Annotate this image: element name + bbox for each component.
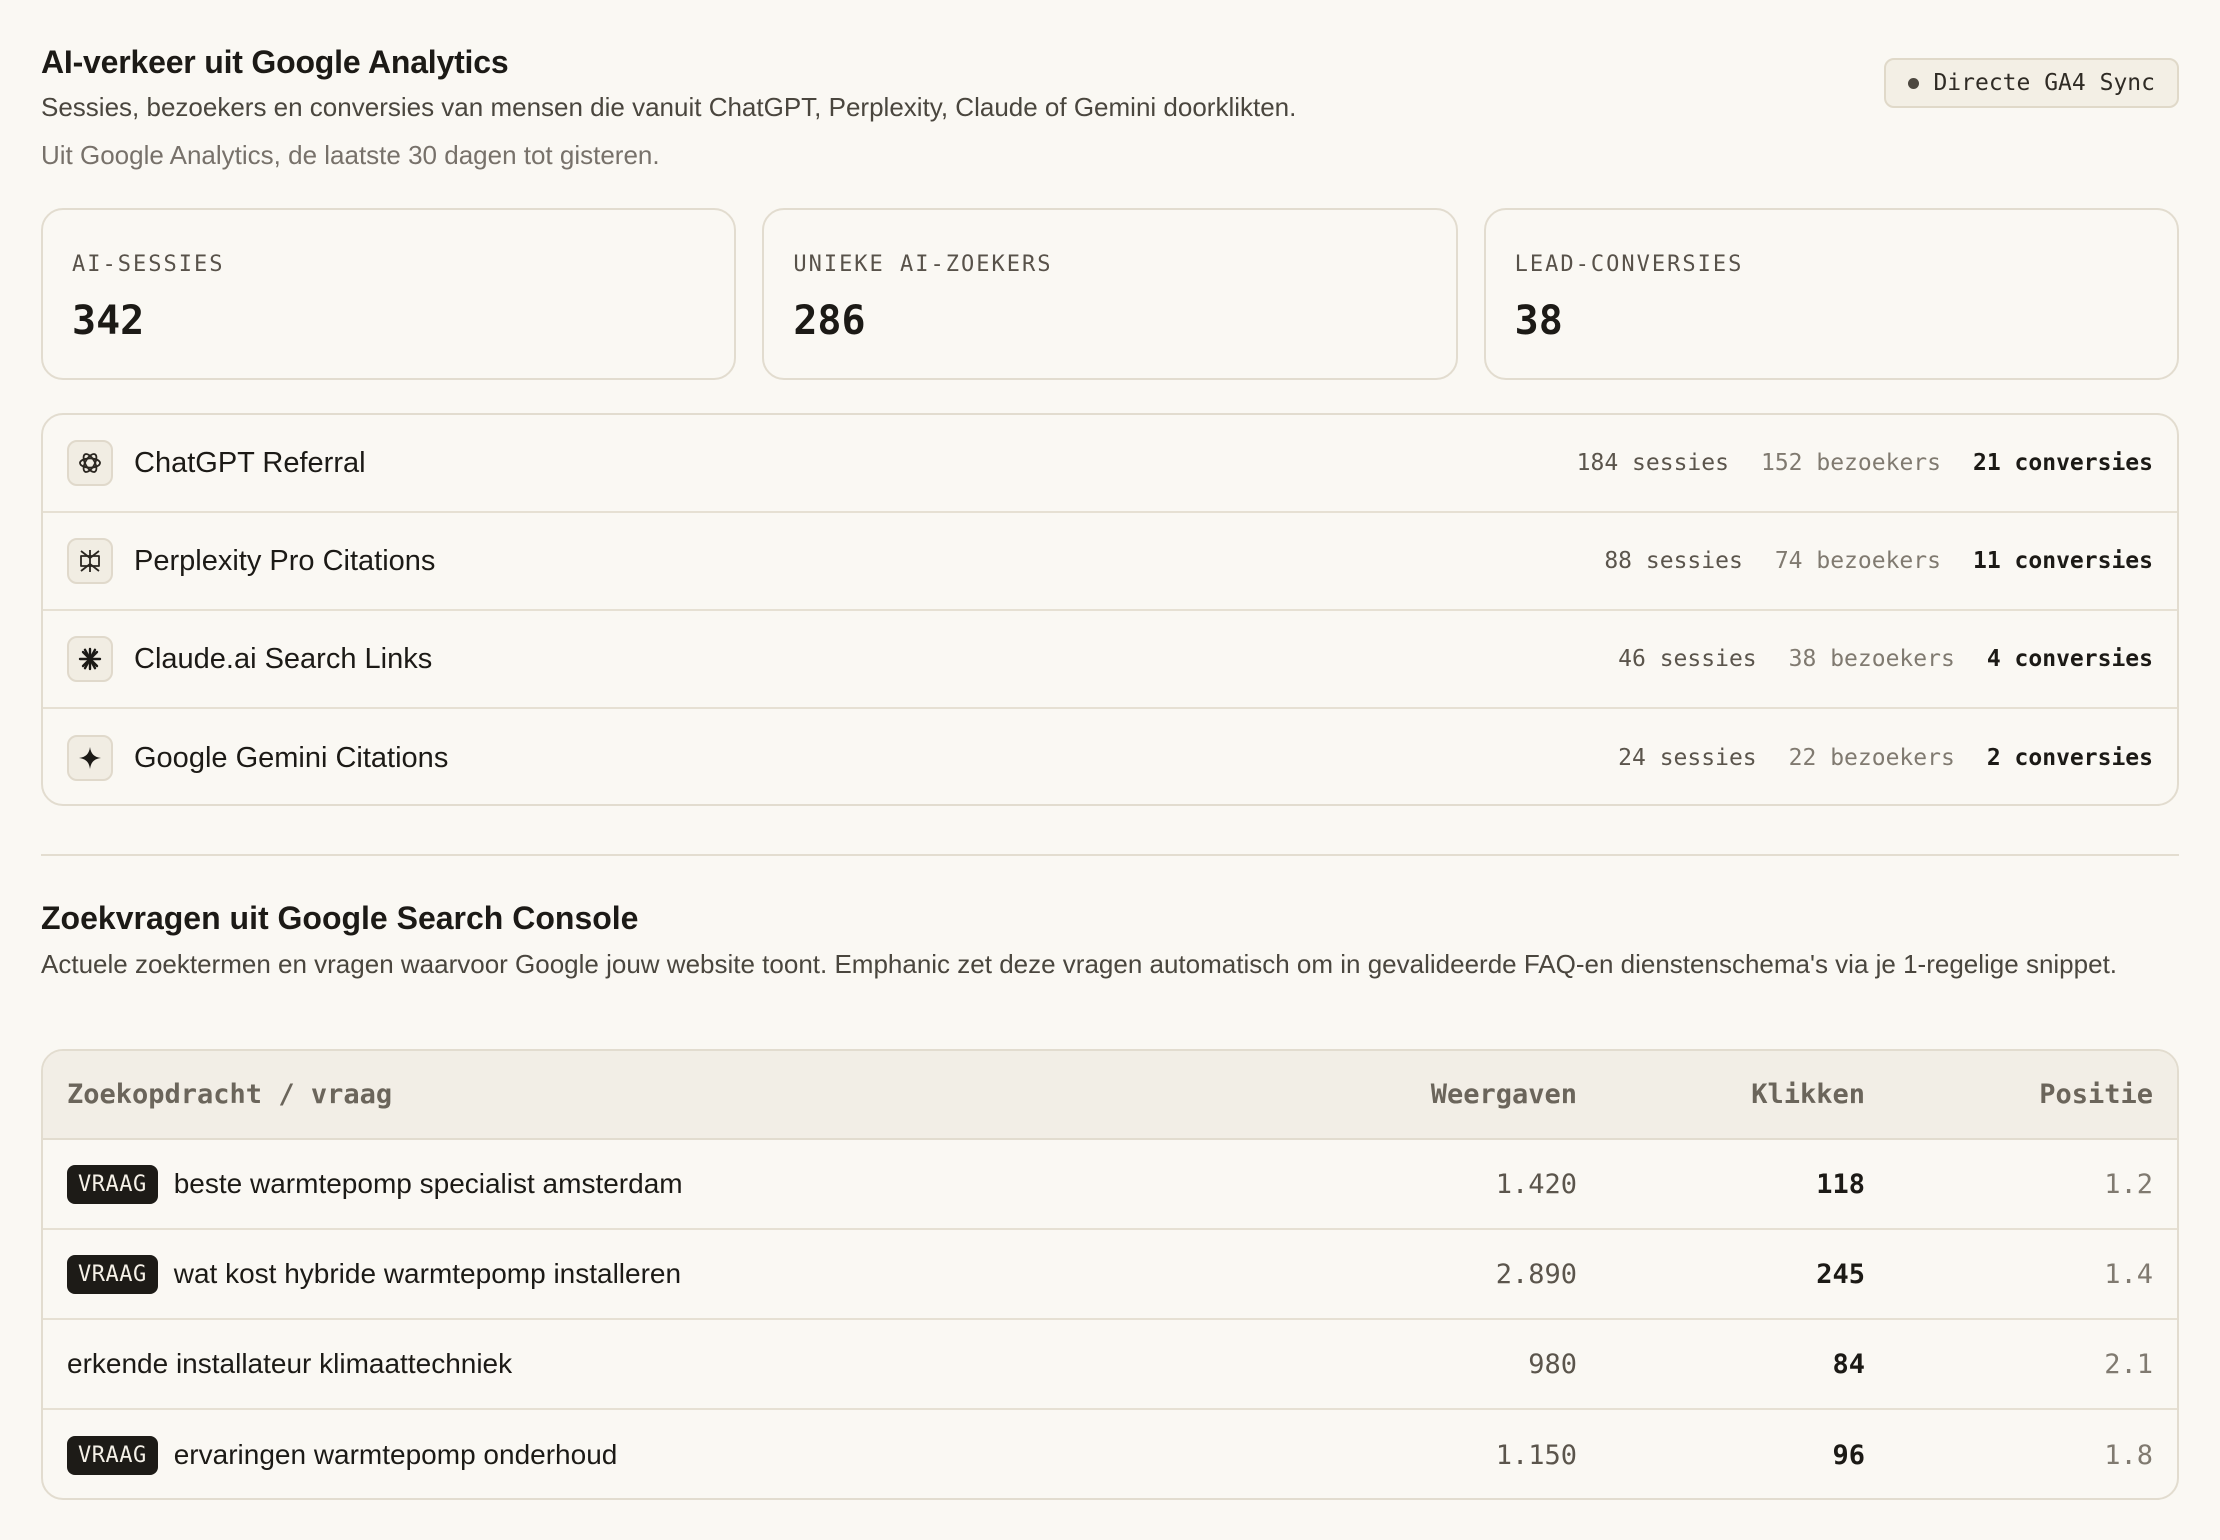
metric-label: UNIEKE AI-ZOEKERS [793, 252, 1053, 277]
table-row[interactable]: VRAAG wat kost hybride warmtepomp instal… [43, 1230, 2177, 1320]
position-value: 1.8 [2104, 1439, 2153, 1471]
source-sessions: 24 sessies [1618, 745, 1757, 771]
ga4-sync-badge[interactable]: Directe GA4 Sync [1884, 58, 2179, 108]
position-value: 2.1 [2104, 1348, 2153, 1380]
metric-card-lead-conversions: LEAD-CONVERSIES 38 [1483, 208, 2179, 380]
source-row-gemini[interactable]: Google Gemini Citations 24 sessies 22 be… [43, 709, 2177, 804]
source-stats: 88 sessies 74 bezoekers 11 conversies [1604, 548, 2153, 574]
source-row-claude[interactable]: Claude.ai Search Links 46 sessies 38 bez… [43, 611, 2177, 709]
source-conversions: 11 conversies [1972, 548, 2153, 574]
metric-value: 342 [72, 298, 145, 344]
source-name: ChatGPT Referral [134, 446, 366, 479]
impressions-value: 2.890 [1495, 1258, 1577, 1290]
table-row[interactable]: VRAAG ervaringen warmtepomp onderhoud 1.… [43, 1410, 2177, 1498]
table-row[interactable]: VRAAG beste warmtepomp specialist amster… [43, 1140, 2177, 1230]
column-header-clicks[interactable]: Klikken [1577, 1079, 1865, 1110]
source-stats: 46 sessies 38 bezoekers 4 conversies [1618, 646, 2153, 672]
chatgpt-icon [67, 440, 113, 486]
source-visitors: 152 bezoekers [1760, 450, 1941, 476]
query-text: erkende installateur klimaattechniek [67, 1348, 513, 1379]
table-row[interactable]: erkende installateur klimaattechniek 980… [43, 1320, 2177, 1410]
question-badge: VRAAG [67, 1164, 158, 1204]
section-divider [41, 854, 2179, 856]
gemini-icon [67, 735, 113, 781]
table-header: Zoekopdracht / vraag Weergaven Klikken P… [43, 1051, 2177, 1140]
clicks-value: 118 [1816, 1168, 1865, 1200]
source-visitors: 38 bezoekers [1788, 646, 1955, 672]
ga-section-title: AI-verkeer uit Google Analytics [41, 44, 509, 80]
query-cell: VRAAG beste warmtepomp specialist amster… [67, 1164, 1287, 1204]
column-header-query[interactable]: Zoekopdracht / vraag [67, 1079, 1287, 1110]
position-value: 1.2 [2104, 1168, 2153, 1200]
metric-label: AI-SESSIES [72, 252, 225, 277]
metric-card-ai-sessions: AI-SESSIES 342 [41, 208, 737, 380]
source-conversions: 4 conversies [1986, 646, 2153, 672]
source-sessions: 184 sessies [1576, 450, 1729, 476]
metric-label: LEAD-CONVERSIES [1514, 252, 1744, 277]
source-sessions: 88 sessies [1604, 548, 1743, 574]
source-name: Claude.ai Search Links [134, 642, 433, 675]
source-stats: 24 sessies 22 bezoekers 2 conversies [1618, 745, 2153, 771]
source-name: Google Gemini Citations [134, 741, 449, 774]
ga-section-header: AI-verkeer uit Google Analytics Sessies,… [41, 0, 2179, 206]
source-stats: 184 sessies 152 bezoekers 21 conversies [1577, 450, 2153, 476]
gsc-section-title: Zoekvragen uit Google Search Console [41, 900, 639, 936]
ai-sources-list: ChatGPT Referral 184 sessies 152 bezoeke… [41, 413, 2179, 806]
perplexity-icon [67, 538, 113, 584]
query-cell: VRAAG wat kost hybride warmtepomp instal… [67, 1254, 1287, 1294]
status-dot-icon [1908, 77, 1920, 89]
metric-value: 286 [793, 298, 866, 344]
gsc-section-subtitle: Actuele zoektermen en vragen waarvoor Go… [41, 949, 2118, 979]
question-badge: VRAAG [67, 1435, 158, 1475]
search-queries-table: Zoekopdracht / vraag Weergaven Klikken P… [41, 1049, 2179, 1500]
ga-section-note: Uit Google Analytics, de laatste 30 dage… [41, 140, 660, 170]
ga4-sync-label: Directe GA4 Sync [1933, 70, 2155, 96]
query-text: ervaringen warmtepomp onderhoud [173, 1439, 618, 1470]
source-conversions: 21 conversies [1972, 450, 2153, 476]
ga-section-subtitle: Sessies, bezoekers en conversies van men… [41, 92, 1297, 122]
source-visitors: 22 bezoekers [1788, 745, 1955, 771]
source-name: Perplexity Pro Citations [134, 544, 436, 577]
source-conversions: 2 conversies [1986, 745, 2153, 771]
question-badge: VRAAG [67, 1254, 158, 1294]
source-row-chatgpt[interactable]: ChatGPT Referral 184 sessies 152 bezoeke… [43, 415, 2177, 513]
metric-value: 38 [1514, 298, 1563, 344]
clicks-value: 84 [1832, 1348, 1865, 1380]
ai-traffic-panel: AI-verkeer uit Google Analytics Sessies,… [41, 0, 2179, 1500]
query-cell: erkende installateur klimaattechniek [67, 1348, 1287, 1380]
source-visitors: 74 bezoekers [1774, 548, 1941, 574]
column-header-position[interactable]: Positie [1865, 1079, 2153, 1110]
metric-cards: AI-SESSIES 342 UNIEKE AI-ZOEKERS 286 LEA… [41, 208, 2179, 380]
clicks-value: 96 [1832, 1439, 1865, 1471]
impressions-value: 1.420 [1495, 1168, 1577, 1200]
source-sessions: 46 sessies [1618, 646, 1757, 672]
impressions-value: 1.150 [1495, 1439, 1577, 1471]
metric-card-unique-ai-searchers: UNIEKE AI-ZOEKERS 286 [762, 208, 1458, 380]
column-header-impressions[interactable]: Weergaven [1287, 1079, 1577, 1110]
query-cell: VRAAG ervaringen warmtepomp onderhoud [67, 1435, 1287, 1475]
query-text: wat kost hybride warmtepomp installeren [173, 1258, 682, 1289]
claude-icon [67, 636, 113, 682]
impressions-value: 980 [1528, 1348, 1577, 1380]
position-value: 1.4 [2104, 1258, 2153, 1290]
query-text: beste warmtepomp specialist amsterdam [173, 1168, 683, 1199]
clicks-value: 245 [1816, 1258, 1865, 1290]
source-row-perplexity[interactable]: Perplexity Pro Citations 88 sessies 74 b… [43, 513, 2177, 611]
